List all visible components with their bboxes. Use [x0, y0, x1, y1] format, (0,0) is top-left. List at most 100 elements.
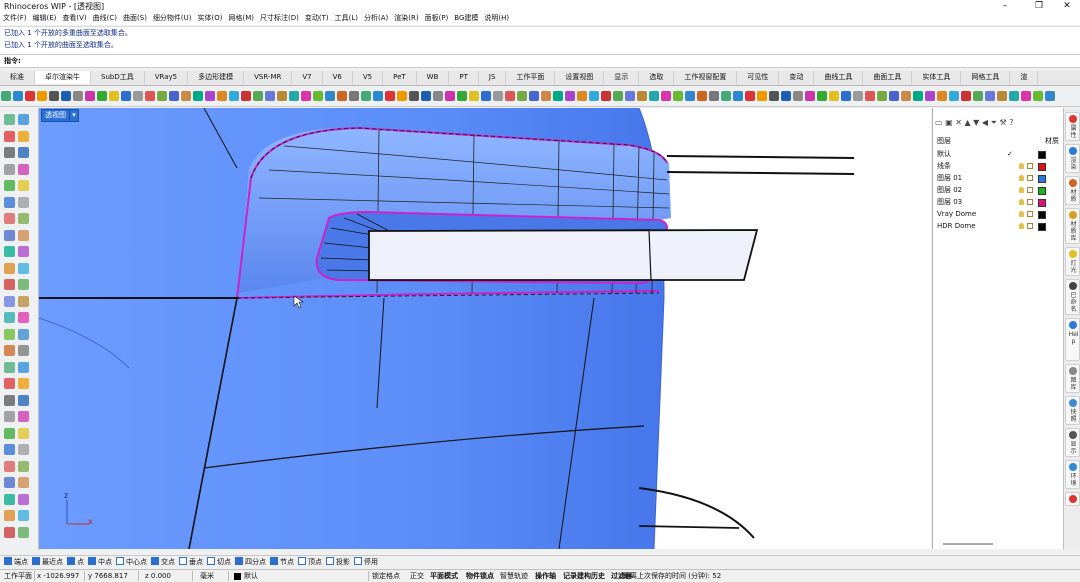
menu-item[interactable]: 变动(T) — [302, 12, 332, 25]
layer-row[interactable]: HDR Dome — [937, 221, 1061, 232]
layer-color-swatch[interactable] — [1038, 151, 1046, 159]
toolbar-tool-icon[interactable] — [73, 91, 83, 101]
toolbar-tool-icon[interactable] — [997, 91, 1007, 101]
palette-tool-icon[interactable] — [18, 114, 29, 125]
osnap-checkbox[interactable] — [88, 557, 96, 565]
palette-tool-icon[interactable] — [4, 328, 15, 340]
toolbar-tool-icon[interactable] — [493, 91, 503, 101]
menu-item[interactable]: 实体(O) — [195, 12, 226, 25]
toolbar-tab[interactable]: 显示 — [604, 71, 640, 84]
toolbar-tool-icon[interactable] — [145, 91, 155, 101]
move-out-icon[interactable]: ◀ — [982, 118, 988, 127]
menu-item[interactable]: 查看(V) — [59, 12, 89, 25]
palette-tool-icon[interactable] — [18, 477, 29, 488]
toolbar-tab[interactable]: 实体工具 — [912, 71, 962, 84]
status-toggle[interactable]: 正交 — [410, 571, 424, 581]
palette-tool-icon[interactable] — [18, 345, 29, 356]
palette-tool-icon[interactable] — [4, 526, 15, 538]
osnap-checkbox[interactable] — [4, 557, 12, 565]
palette-tool-icon[interactable] — [18, 460, 29, 472]
toolbar-tab[interactable]: V7 — [292, 71, 323, 84]
layer-row[interactable]: 图层 02 — [937, 185, 1061, 196]
toolbar-tab[interactable]: PT — [449, 71, 479, 84]
osnap-checkbox[interactable] — [354, 557, 362, 565]
toolbar-tool-icon[interactable] — [613, 91, 623, 101]
palette-tool-icon[interactable] — [18, 411, 29, 422]
layer-row[interactable]: 图层 03 — [937, 197, 1061, 208]
side-panel-tab[interactable]: 环境 — [1065, 460, 1080, 489]
lock-icon[interactable] — [1027, 163, 1033, 169]
toolbar-tool-icon[interactable] — [565, 91, 575, 101]
layer-tools-icon[interactable]: ⚒ — [1000, 118, 1007, 127]
new-layer-icon[interactable]: ▭ — [935, 118, 943, 127]
menu-item[interactable]: 工具(L) — [332, 12, 361, 25]
menu-item[interactable]: 渲染(R) — [391, 12, 421, 25]
toolbar-tool-icon[interactable] — [193, 91, 203, 101]
toolbar-tab[interactable]: 可见性 — [737, 71, 780, 84]
menu-item[interactable]: 文件(F) — [0, 12, 30, 25]
toolbar-tab[interactable]: 卓尔渲染牛 — [35, 71, 91, 84]
toolbar-tool-icon[interactable] — [409, 91, 419, 101]
toolbar-tab[interactable]: WB — [417, 71, 450, 84]
palette-tool-icon[interactable] — [18, 213, 29, 224]
osnap-option[interactable]: 垂点 — [179, 556, 203, 569]
palette-tool-icon[interactable] — [18, 493, 29, 505]
toolbar-tab[interactable]: 多边形建模 — [188, 71, 245, 84]
toolbar-tool-icon[interactable] — [289, 91, 299, 101]
toolbar-tool-icon[interactable] — [13, 91, 23, 101]
side-panel-tab[interactable]: 材质 — [1065, 176, 1080, 205]
layer-row[interactable]: 默认 ✓ — [937, 149, 1061, 160]
osnap-option[interactable]: 交点 — [151, 556, 175, 569]
status-toggle[interactable]: 平面模式 — [430, 571, 458, 581]
menu-item[interactable]: 分析(A) — [361, 12, 391, 25]
osnap-option[interactable]: 投影 — [326, 556, 350, 569]
visibility-bulb-icon[interactable] — [1019, 175, 1024, 181]
lock-icon[interactable] — [1027, 223, 1033, 229]
palette-tool-icon[interactable] — [4, 163, 15, 175]
palette-tool-icon[interactable] — [4, 295, 15, 307]
palette-tool-icon[interactable] — [4, 262, 15, 274]
toolbar-tab[interactable]: VSR-MR — [244, 71, 293, 84]
toolbar-tool-icon[interactable] — [85, 91, 95, 101]
lock-icon[interactable] — [1027, 187, 1033, 193]
toolbar-tool-icon[interactable] — [685, 91, 695, 101]
toolbar-tool-icon[interactable] — [205, 91, 215, 101]
menu-item[interactable]: 细分物件(U) — [150, 12, 195, 25]
toolbar-tab[interactable]: 曲线工具 — [814, 71, 864, 84]
palette-tool-icon[interactable] — [18, 279, 29, 290]
toolbar-tool-icon[interactable] — [733, 91, 743, 101]
toolbar-tool-icon[interactable] — [517, 91, 527, 101]
perspective-viewport[interactable]: z x 透视图 ▾ — [39, 108, 931, 549]
new-sublayer-icon[interactable]: ▣ — [945, 118, 953, 127]
palette-tool-icon[interactable] — [18, 427, 29, 439]
toolbar-tool-icon[interactable] — [373, 91, 383, 101]
side-panel-tab[interactable]: Help — [1065, 318, 1080, 361]
side-panel-tab[interactable]: 材质库 — [1065, 208, 1080, 244]
toolbar-tool-icon[interactable] — [577, 91, 587, 101]
palette-tool-icon[interactable] — [18, 196, 29, 208]
lock-icon[interactable] — [1027, 199, 1033, 205]
toolbar-tool-icon[interactable] — [469, 91, 479, 101]
osnap-checkbox[interactable] — [326, 557, 334, 565]
palette-tool-icon[interactable] — [4, 477, 15, 488]
viewport-menu-arrow[interactable]: ▾ — [69, 109, 79, 122]
close-button[interactable]: ✕ — [1052, 0, 1080, 12]
palette-tool-icon[interactable] — [4, 246, 15, 257]
visibility-bulb-icon[interactable] — [1019, 163, 1024, 169]
status-toggle[interactable]: 物件锁点 — [466, 571, 494, 581]
palette-tool-icon[interactable] — [4, 213, 15, 224]
toolbar-tool-icon[interactable] — [661, 91, 671, 101]
toolbar-tool-icon[interactable] — [769, 91, 779, 101]
toolbar-tool-icon[interactable] — [169, 91, 179, 101]
toolbar-tool-icon[interactable] — [253, 91, 263, 101]
toolbar-tool-icon[interactable] — [601, 91, 611, 101]
toolbar-tool-icon[interactable] — [349, 91, 359, 101]
toolbar-tool-icon[interactable] — [505, 91, 515, 101]
palette-tool-icon[interactable] — [4, 460, 15, 472]
palette-tool-icon[interactable] — [4, 312, 15, 323]
palette-tool-icon[interactable] — [18, 229, 29, 241]
status-toggle[interactable]: 操作轴 — [535, 571, 556, 581]
toolbar-tool-icon[interactable] — [313, 91, 323, 101]
toolbar-tab[interactable]: JS — [479, 71, 507, 84]
toolbar-tool-icon[interactable] — [457, 91, 467, 101]
